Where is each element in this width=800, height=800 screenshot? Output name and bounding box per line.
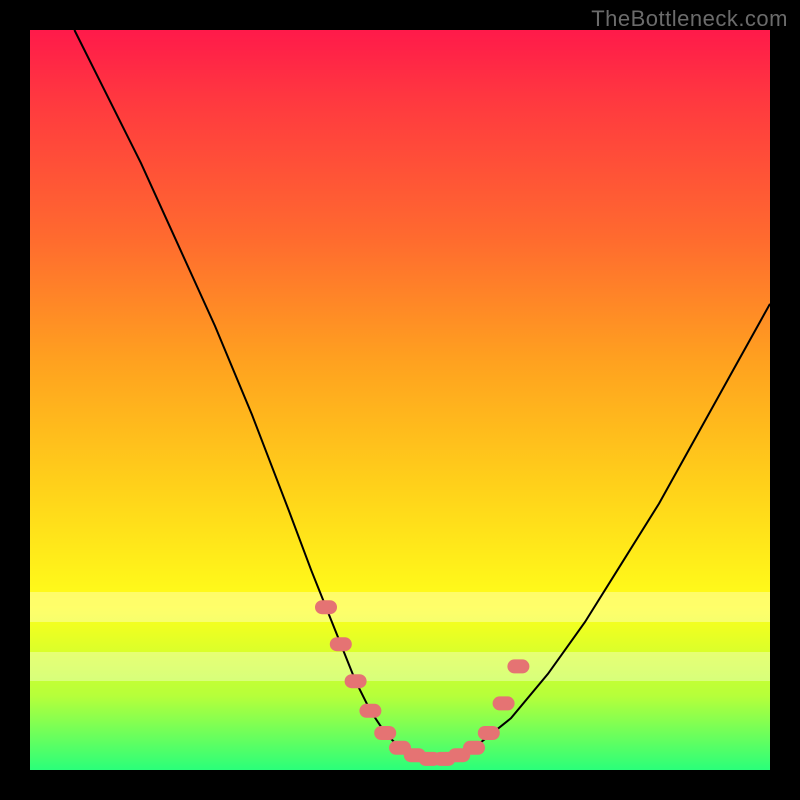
bottleneck-curve bbox=[74, 30, 770, 759]
watermark-text: TheBottleneck.com bbox=[591, 6, 788, 32]
chart-frame: TheBottleneck.com bbox=[0, 0, 800, 800]
highlight-dots bbox=[322, 607, 522, 759]
curve-layer bbox=[30, 30, 770, 770]
